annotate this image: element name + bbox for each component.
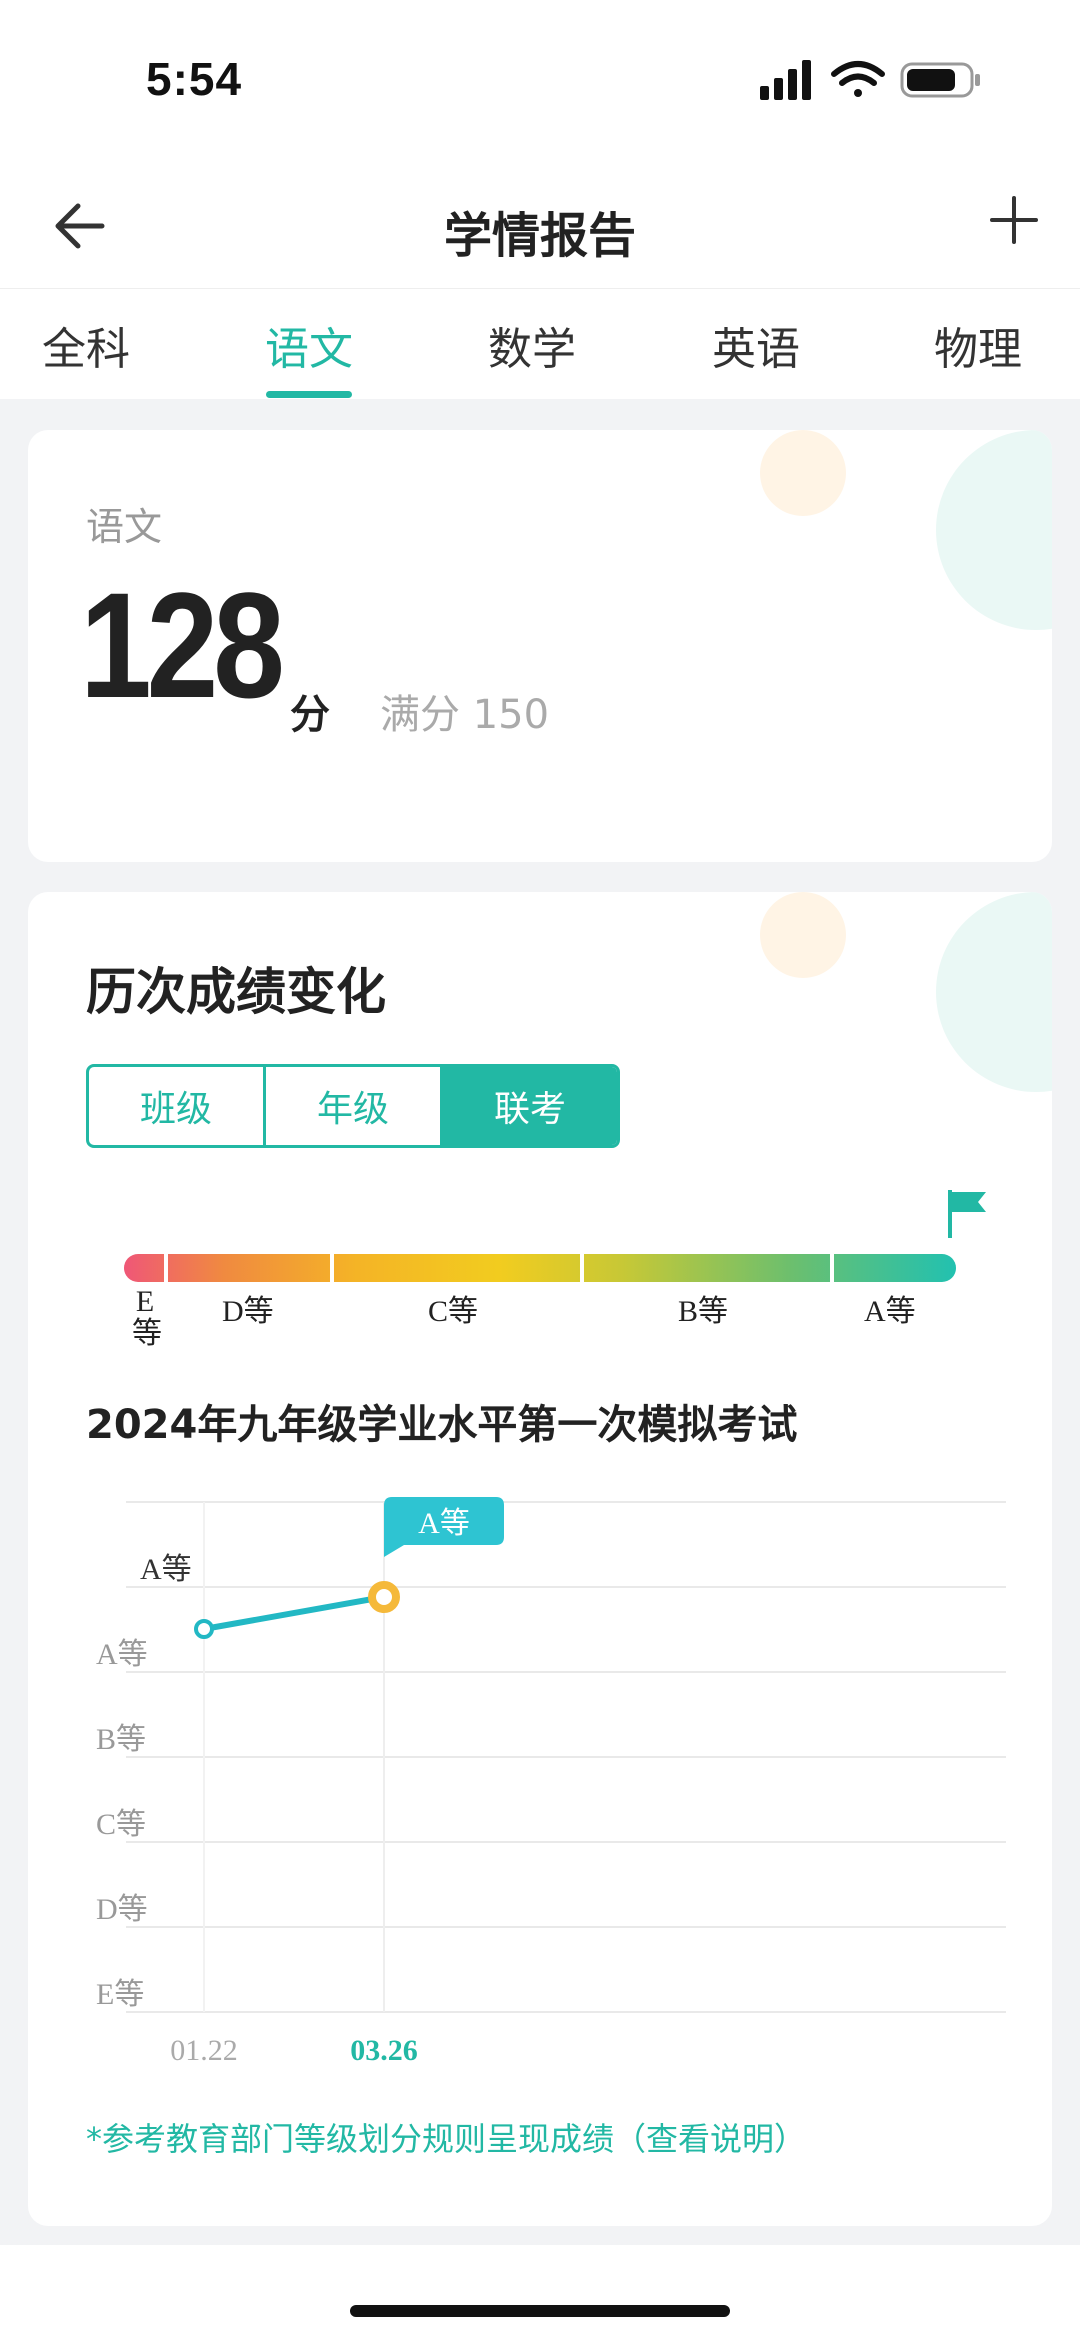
decoration-circle [760,892,846,978]
decoration-circle [936,892,1052,1092]
bottom-area [0,2245,1080,2341]
decoration-circle [760,430,846,516]
grade-label-a: A等 [864,1295,916,1328]
tooltip-label: A等 [418,1507,470,1540]
grade-separator [164,1254,168,1282]
grade-label-d: D等 [222,1295,274,1328]
y-axis-label: A等 [140,1553,192,1586]
grading-note-link[interactable]: *参考教育部门等级划分规则呈现成绩（查看说明） [86,2114,806,2160]
series-line [201,1594,387,1632]
segment-class[interactable]: 班级 [89,1067,266,1145]
scope-segmented-control: 班级 年级 联考 [86,1064,620,1148]
status-icons [760,60,980,100]
status-time: 5:54 [146,53,243,105]
tab-all[interactable]: 全科 [16,313,156,377]
score-subject: 语文 [86,505,163,549]
y-axis-label: B等 [96,1723,146,1756]
y-axis-label: D等 [96,1893,148,1926]
trend-title: 历次成绩变化 [86,963,386,1021]
add-icon[interactable] [986,192,1042,248]
x-axis-label: 03.26 [350,2034,418,2067]
decoration-circle [936,430,1052,630]
segment-grade[interactable]: 年级 [266,1067,443,1145]
y-axis-label: C等 [96,1808,146,1841]
segment-joint-exam[interactable]: 联考 [443,1067,617,1145]
score-unit: 分 [290,692,330,738]
score-value: 128 [80,561,285,729]
data-point-highlight [368,1581,400,1613]
grade-separator [580,1254,584,1282]
tab-math[interactable]: 数学 [462,313,602,377]
home-indicator [350,2305,730,2317]
page-title: 学情报告 [443,208,636,264]
grade-label-e: E等 [132,1285,162,1350]
status-bar: 5:54 [0,0,1080,170]
grade-label-b: B等 [678,1295,729,1328]
y-axis-label: A等 [96,1638,148,1671]
nav-bar: 学情报告 [0,170,1080,289]
tab-active-indicator [266,391,352,398]
tab-chinese[interactable]: 语文 [239,313,379,377]
grade-trend-chart: E等 D等 C等 B等 A等 A等 01.22 03.26 A等 [96,1497,1006,2067]
full-score: 满分 150 [380,692,550,738]
flag-icon [948,1190,986,1238]
tab-english[interactable]: 英语 [686,313,826,377]
tab-physics[interactable]: 物理 [908,313,1048,377]
x-axis-label: 01.22 [170,2034,238,2067]
subject-tabs: 全科 语文 数学 英语 物理 [0,289,1080,399]
grade-label-c: C等 [428,1295,479,1328]
trend-card: 历次成绩变化 班级 年级 联考 E等 D等 C等 B等 A等 2024年九年级学… [28,892,1052,2226]
wifi-icon [831,61,885,97]
battery-icon [900,62,980,98]
y-axis-label: E等 [96,1978,144,2011]
exam-title: 2024年九年级学业水平第一次模拟考试 [86,1402,798,1448]
grade-separator [830,1254,834,1282]
score-card: 语文 128 分 满分 150 [28,430,1052,862]
signal-icon [760,60,811,100]
data-point [194,1619,214,1639]
grade-separator [330,1254,334,1282]
